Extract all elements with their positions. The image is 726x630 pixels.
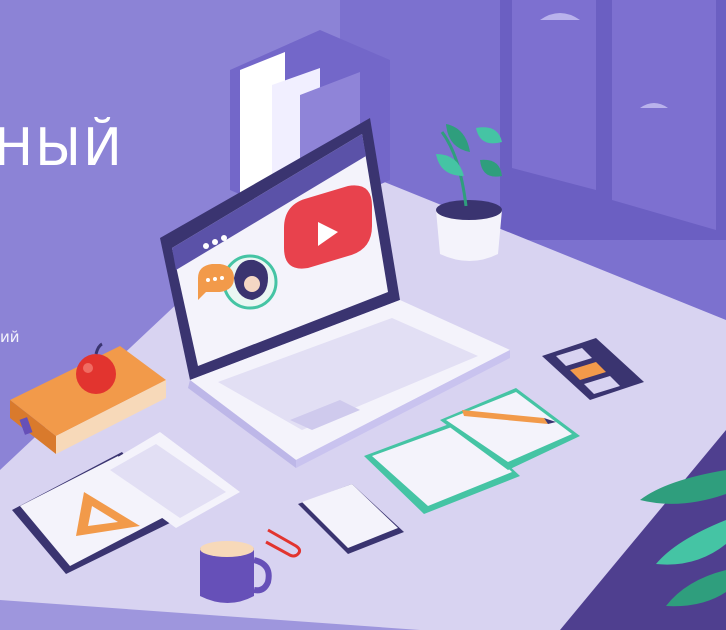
workspace-illustration [0,0,726,630]
hero-illustration: НЫЙ ий [0,0,726,630]
hero-subtitle-fragment: ий [0,328,20,346]
hero-title-fragment: НЫЙ [0,118,124,178]
window-icon [500,0,726,240]
